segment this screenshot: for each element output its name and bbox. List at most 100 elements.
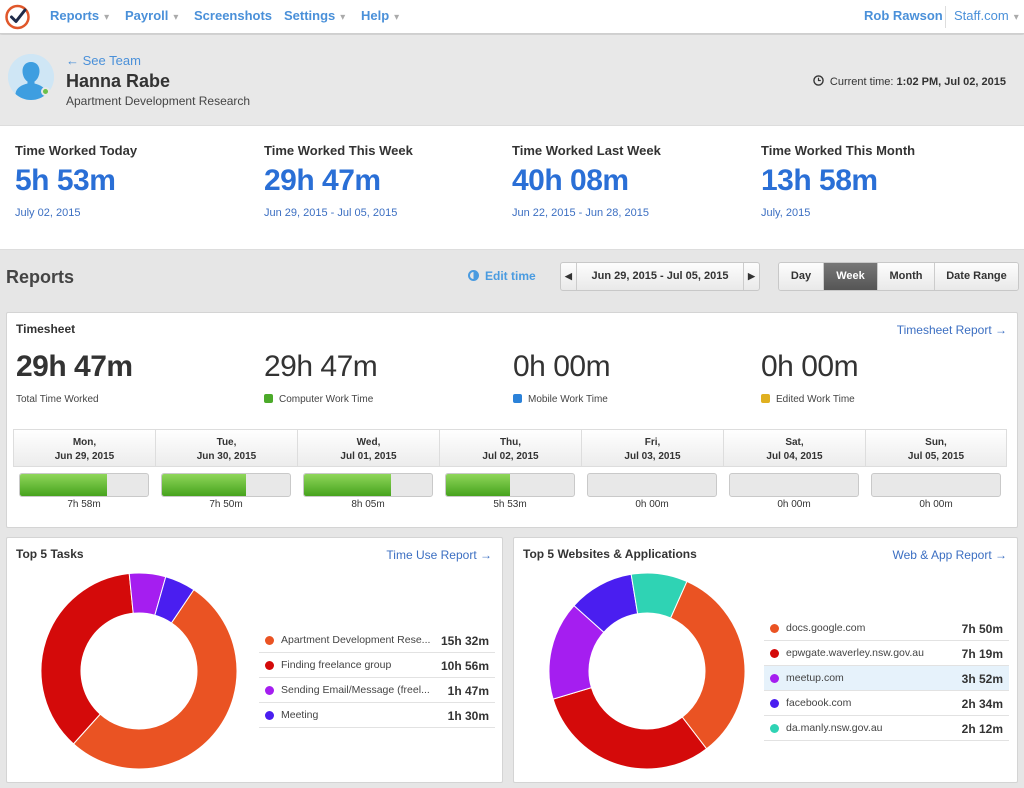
summary-this-week: Time Worked This Week 29h 47m Jun 29, 20…: [264, 143, 413, 219]
edit-time-label: Edit time: [485, 269, 536, 283]
summary-period: Jun 22, 2015 - Jun 28, 2015: [512, 207, 649, 219]
period-date-range-button[interactable]: Date Range: [935, 263, 1018, 290]
top-tasks-title: Top 5 Tasks: [16, 547, 84, 561]
websites-legend: docs.google.com 7h 50m epwgate.waverley.n…: [764, 616, 1009, 741]
nav-help[interactable]: Help ▾: [361, 8, 399, 23]
legend-item[interactable]: meetup.com 3h 52m: [764, 666, 1009, 691]
day-column[interactable]: Tue, Jun 30, 2015 7h 50m: [155, 429, 297, 511]
day-progress-bar: [729, 473, 859, 497]
edited-time-value: 0h 00m: [761, 350, 859, 383]
legend-name: meetup.com: [786, 672, 844, 684]
legend-name: epwgate.waverley.nsw.gov.au: [786, 647, 924, 659]
legend-value: 7h 19m: [961, 647, 1003, 661]
day-name: Sat,: [785, 437, 804, 448]
day-name: Tue,: [216, 437, 237, 448]
legend-dot-icon: [770, 649, 779, 658]
tasks-legend: Apartment Development Rese... 15h 32m Fin…: [259, 628, 495, 728]
legend-dot-icon: [770, 699, 779, 708]
day-header: Fri, Jul 03, 2015: [581, 429, 723, 467]
day-header: Tue, Jun 30, 2015: [155, 429, 297, 467]
legend-value: 1h 47m: [447, 684, 489, 698]
date-range-picker: ◀ Jun 29, 2015 - Jul 05, 2015 ▶: [560, 262, 760, 291]
time-use-report-link[interactable]: Time Use Report →: [386, 548, 492, 562]
day-date: Jun 30, 2015: [196, 451, 257, 462]
day-progress-fill: [304, 474, 392, 496]
nav-reports[interactable]: Reports ▾: [50, 8, 109, 23]
legend-item[interactable]: Sending Email/Message (freel... 1h 47m: [259, 678, 495, 703]
day-header: Wed, Jul 01, 2015: [297, 429, 439, 467]
nav-screenshots-label: Screenshots: [194, 8, 273, 23]
day-name: Wed,: [356, 437, 381, 448]
day-column[interactable]: Thu, Jul 02, 2015 5h 53m: [439, 429, 581, 511]
legend-name: Sending Email/Message (freel...: [281, 684, 430, 696]
mobile-work-time: 0h 00m Mobile Work Time: [513, 350, 611, 405]
website-slice[interactable]: [552, 687, 708, 770]
period-week-button[interactable]: Week: [824, 263, 878, 290]
summary-today: Time Worked Today 5h 53m July 02, 2015: [15, 143, 137, 219]
day-date: Jul 02, 2015: [482, 451, 539, 462]
edit-time-button[interactable]: Edit time: [468, 269, 536, 283]
legend-dot-icon: [770, 624, 779, 633]
summary-period: Jun 29, 2015 - Jul 05, 2015: [264, 207, 398, 219]
nav-help-label: Help: [361, 8, 390, 23]
legend-item[interactable]: epwgate.waverley.nsw.gov.au 7h 19m: [764, 641, 1009, 666]
legend-item[interactable]: Apartment Development Rese... 15h 32m: [259, 628, 495, 653]
nav-payroll[interactable]: Payroll ▾: [125, 8, 178, 23]
day-column[interactable]: Mon, Jun 29, 2015 7h 58m: [13, 429, 155, 511]
top-websites-card: Top 5 Websites & Applications Web & App …: [513, 537, 1018, 783]
day-header: Sun, Jul 05, 2015: [865, 429, 1007, 467]
yellow-swatch-icon: [761, 394, 770, 403]
edited-time-label: Edited Work Time: [776, 394, 855, 405]
period-month-button[interactable]: Month: [878, 263, 935, 290]
legend-value: 1h 30m: [447, 709, 489, 723]
web-app-report-link[interactable]: Web & App Report →: [892, 548, 1007, 562]
nav-settings[interactable]: Settings ▾: [284, 8, 345, 23]
employee-project: Apartment Development Research: [66, 94, 251, 108]
current-time-value: 1:02 PM, Jul 02, 2015: [896, 76, 1006, 88]
legend-item[interactable]: Meeting 1h 30m: [259, 703, 495, 728]
see-team-link[interactable]: ← See Team: [66, 53, 141, 68]
reports-toolbar: Reports Edit time ◀ Jun 29, 2015 - Jul 0…: [0, 251, 1024, 303]
app-logo-icon[interactable]: [4, 3, 31, 30]
day-column[interactable]: Sun, Jul 05, 2015 0h 00m: [865, 429, 1007, 511]
nav-screenshots[interactable]: Screenshots: [194, 8, 272, 23]
day-column[interactable]: Wed, Jul 01, 2015 8h 05m: [297, 429, 439, 511]
next-period-button[interactable]: ▶: [743, 263, 759, 290]
timesheet-report-link[interactable]: Timesheet Report →: [897, 323, 1007, 337]
reports-title: Reports: [6, 267, 75, 287]
summary-this-month: Time Worked This Month 13h 58m July, 201…: [761, 143, 915, 219]
legend-item[interactable]: docs.google.com 7h 50m: [764, 616, 1009, 641]
legend-name: Apartment Development Rese...: [281, 634, 431, 646]
total-time-worked: 29h 47m Total Time Worked: [16, 350, 133, 405]
legend-value: 7h 50m: [961, 622, 1003, 636]
daily-breakdown: Mon, Jun 29, 2015 7h 58m Tue, Jun 30, 2015…: [13, 429, 1007, 511]
day-progress-fill: [20, 474, 108, 496]
profile-header: ← See Team Hanna Rabe Apartment Developm…: [0, 35, 1024, 125]
day-name: Sun,: [925, 437, 947, 448]
task-slice[interactable]: [40, 572, 134, 745]
top-websites-title: Top 5 Websites & Applications: [523, 547, 697, 561]
time-summary: Time Worked Today 5h 53m July 02, 2015 T…: [0, 125, 1024, 250]
date-range-label[interactable]: Jun 29, 2015 - Jul 05, 2015: [577, 263, 743, 290]
day-name: Fri,: [644, 437, 661, 448]
legend-dot-icon: [265, 661, 274, 670]
summary-label: Time Worked This Month: [761, 143, 916, 158]
chevron-down-icon: ▾: [394, 12, 400, 23]
nav-org-menu[interactable]: Staff.com ▾: [954, 8, 1019, 23]
timesheet-card: Timesheet Timesheet Report → 29h 47m Tot…: [6, 312, 1018, 528]
period-day-button[interactable]: Day: [779, 263, 824, 290]
current-time: Current time: 1:02 PM, Jul 02, 2015: [813, 75, 1006, 88]
legend-item[interactable]: Finding freelance group 10h 56m: [259, 653, 495, 678]
previous-period-button[interactable]: ◀: [561, 263, 577, 290]
nav-payroll-label: Payroll: [125, 8, 169, 23]
nav-user-menu[interactable]: Rob Rawson: [864, 8, 943, 23]
legend-item[interactable]: da.manly.nsw.gov.au 2h 12m: [764, 716, 1009, 741]
legend-dot-icon: [770, 724, 779, 733]
day-column[interactable]: Fri, Jul 03, 2015 0h 00m: [581, 429, 723, 511]
timesheet-title: Timesheet: [16, 322, 76, 336]
legend-dot-icon: [265, 636, 274, 645]
day-total: 7h 58m: [67, 499, 101, 510]
day-column[interactable]: Sat, Jul 04, 2015 0h 00m: [723, 429, 865, 511]
legend-item[interactable]: facebook.com 2h 34m: [764, 691, 1009, 716]
legend-name: docs.google.com: [786, 622, 866, 634]
